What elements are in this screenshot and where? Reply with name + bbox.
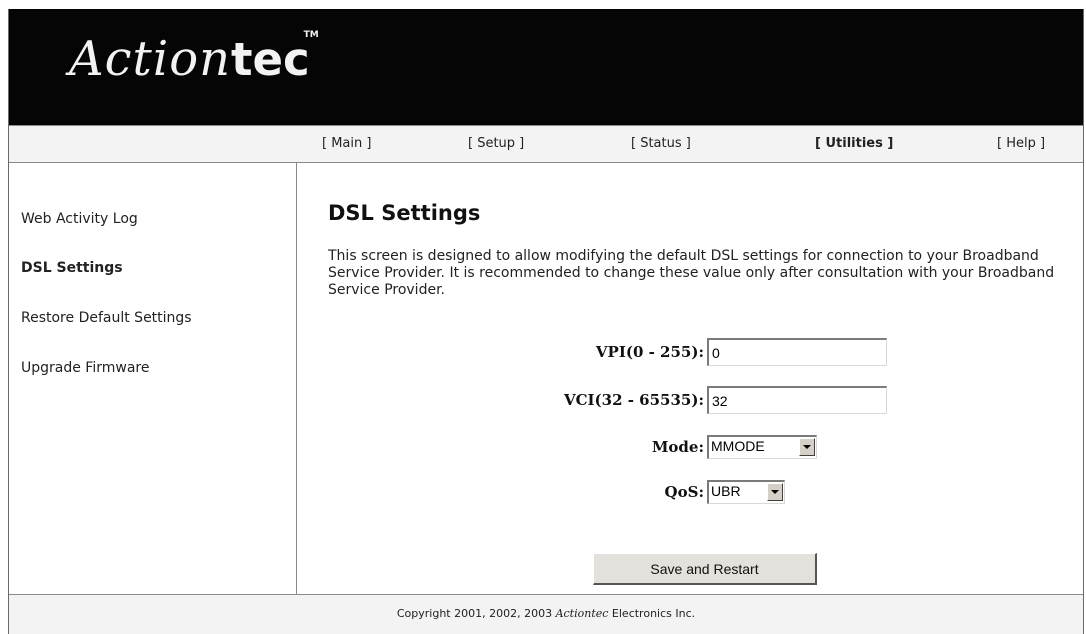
footer-copyright: Copyright 2001, 2002, 2003 — [396, 607, 556, 620]
footer-company: Electronics Inc. — [608, 607, 696, 620]
mode-label: Mode: — [651, 438, 704, 456]
page-title: DSL Settings — [328, 201, 481, 225]
header-banner: Actiontec TM — [9, 9, 1083, 125]
nav-utilities[interactable]: [ Utilities ] — [815, 136, 893, 151]
logo-trademark: TM — [303, 30, 319, 40]
actiontec-logo: Actiontec TM — [69, 31, 319, 86]
nav-status[interactable]: [ Status ] — [631, 136, 691, 151]
qos-select[interactable]: UBR — [707, 480, 785, 504]
vpi-label: VPI(0 - 255): — [595, 343, 704, 361]
footer: Copyright 2001, 2002, 2003 Actiontec Ele… — [9, 594, 1083, 634]
qos-select-value: UBR — [711, 483, 741, 499]
sidebar: Web Activity Log DSL Settings Restore De… — [9, 163, 297, 594]
mode-select-value: MMODE — [711, 438, 765, 454]
logo-bold-text: tec — [231, 33, 310, 86]
footer-brand: Actiontec — [555, 607, 609, 620]
nav-setup[interactable]: [ Setup ] — [468, 136, 524, 151]
sidebar-item-upgrade-firmware[interactable]: Upgrade Firmware — [21, 360, 149, 376]
sidebar-item-dsl-settings[interactable]: DSL Settings — [21, 260, 123, 276]
chevron-down-icon[interactable] — [767, 483, 783, 501]
save-and-restart-button[interactable]: Save and Restart — [593, 553, 817, 585]
main-content: DSL Settings This screen is designed to … — [297, 163, 1083, 594]
logo-script-text: Action — [69, 31, 231, 87]
sidebar-item-restore-default-settings[interactable]: Restore Default Settings — [21, 310, 192, 326]
nav-help[interactable]: [ Help ] — [997, 136, 1045, 151]
page-description: This screen is designed to allow modifyi… — [328, 248, 1055, 298]
top-nav: [ Main ] [ Setup ] [ Status ] [ Utilitie… — [9, 125, 1083, 163]
vci-input[interactable] — [707, 386, 887, 414]
sidebar-item-web-activity-log[interactable]: Web Activity Log — [21, 211, 138, 227]
vpi-input[interactable] — [707, 338, 887, 366]
vci-label: VCI(32 - 65535): — [563, 391, 704, 409]
mode-select[interactable]: MMODE — [707, 435, 817, 459]
qos-label: QoS: — [664, 483, 704, 501]
page-frame: Actiontec TM [ Main ] [ Setup ] [ Status … — [8, 9, 1084, 634]
nav-main[interactable]: [ Main ] — [322, 136, 371, 151]
chevron-down-icon[interactable] — [799, 438, 815, 456]
